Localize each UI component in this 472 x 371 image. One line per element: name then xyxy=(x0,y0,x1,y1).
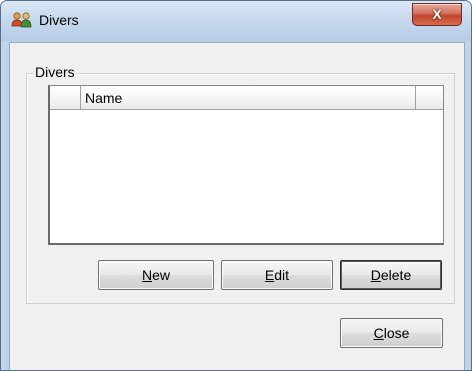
window-title: Divers xyxy=(39,12,79,28)
window-close-button[interactable]: X xyxy=(412,3,462,26)
delete-button[interactable]: Delete xyxy=(340,260,442,290)
close-icon: X xyxy=(432,6,442,22)
new-button[interactable]: New xyxy=(98,260,214,290)
column-header-blank[interactable] xyxy=(50,86,81,110)
divers-list[interactable]: Name xyxy=(48,85,444,245)
people-icon xyxy=(11,11,33,29)
groupbox-label: Divers xyxy=(33,64,77,80)
close-button[interactable]: Close xyxy=(340,318,443,348)
title-bar[interactable]: Divers X xyxy=(1,1,471,41)
column-header-filler xyxy=(416,86,443,110)
column-header-name[interactable]: Name xyxy=(81,86,416,110)
edit-button[interactable]: Edit xyxy=(221,260,333,290)
